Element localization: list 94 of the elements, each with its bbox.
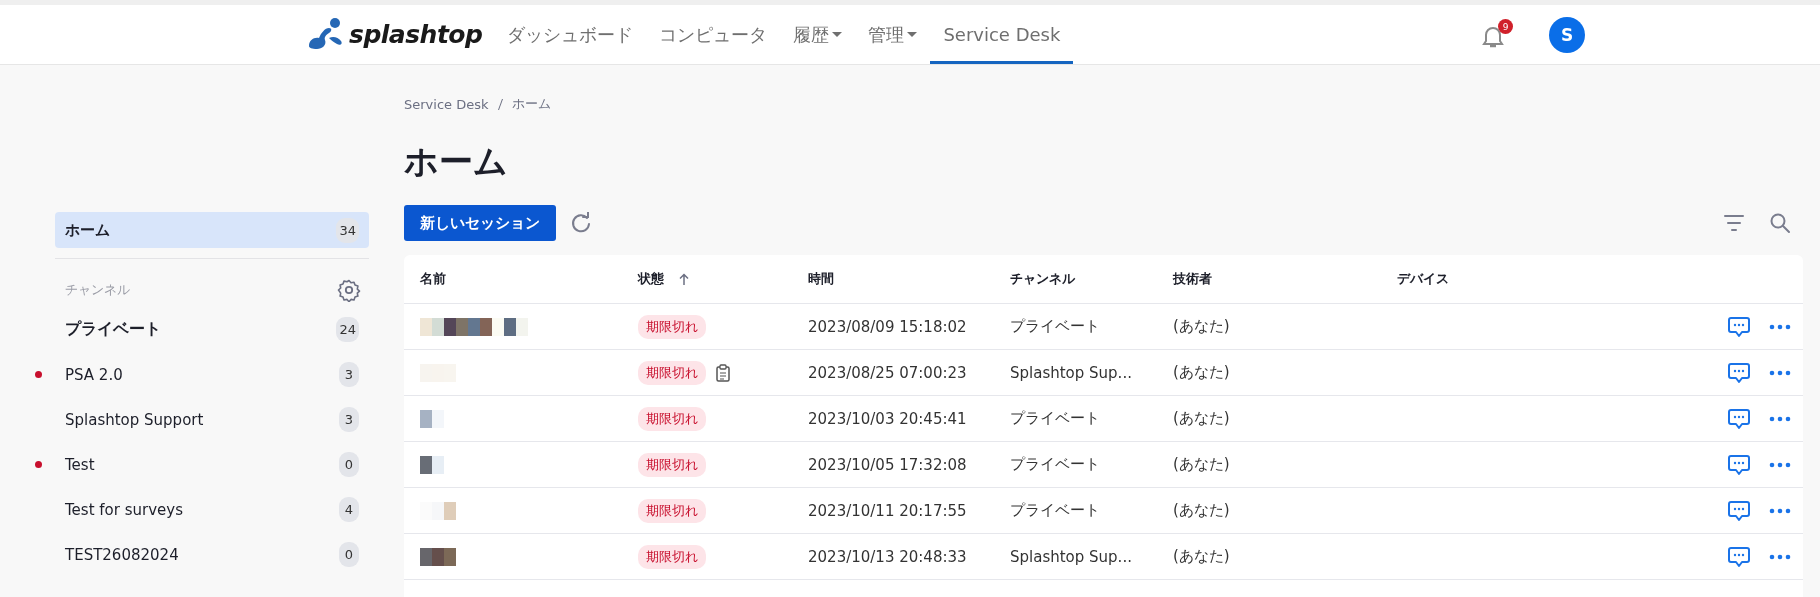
column-header[interactable]: 状態 <box>638 270 808 288</box>
bell-icon <box>1482 26 1504 50</box>
session-row[interactable]: 期限切れ 2023/08/25 07:00:23 Splashtop Sup... (あなた) <box>404 350 1803 396</box>
splashtop-logo[interactable]: splashtop <box>305 17 483 52</box>
user-avatar[interactable]: S <box>1549 16 1585 53</box>
channel-item[interactable]: Test for surveys 4 <box>55 487 369 532</box>
chat-icon[interactable] <box>1727 314 1751 339</box>
notification-count: 9 <box>1498 19 1513 34</box>
channel-item[interactable]: TEST26082024 0 <box>55 532 369 577</box>
count-badge: 34 <box>336 217 359 243</box>
table-cell-text: (あなた) <box>1173 363 1231 382</box>
breadcrumb-item[interactable]: Service Desk <box>404 96 489 112</box>
table-cell-text: プライベート <box>1010 317 1101 336</box>
nav-tab[interactable]: 管理 <box>855 5 931 64</box>
table-cell-text: 2023/08/25 07:00:23 <box>808 363 968 382</box>
column-header[interactable]: チャンネル <box>1010 270 1173 288</box>
table-cell-text: (あなた) <box>1173 547 1231 566</box>
more-options-icon[interactable] <box>1769 323 1791 330</box>
channel-name: Test for surveys <box>65 500 183 519</box>
table-cell-text: (あなた) <box>1173 501 1231 520</box>
table-cell-text: Splashtop Sup... <box>1010 547 1133 566</box>
more-options-icon[interactable] <box>1769 369 1791 376</box>
chat-icon[interactable] <box>1727 452 1751 477</box>
sort-arrow-icon <box>679 272 689 286</box>
notification-button[interactable]: 9 <box>1482 19 1513 50</box>
table-cell-text: (あなた) <box>1173 455 1231 474</box>
pixelated-name-drawing <box>420 455 444 474</box>
channel-name: PSA 2.0 <box>65 365 123 384</box>
page-title: ホーム <box>404 140 509 183</box>
chat-icon[interactable] <box>1727 360 1751 385</box>
nav-tab[interactable]: ダッシュボード <box>494 5 647 64</box>
table-cell-text: プライベート <box>1010 455 1101 474</box>
table-cell-text: プライベート <box>1010 409 1101 428</box>
session-row[interactable]: 期限切れ 2023/10/11 20:17:55 プライベート (あなた) <box>404 488 1803 534</box>
count-badge: 3 <box>339 362 359 387</box>
channel-name: TEST26082024 <box>65 545 179 564</box>
column-header[interactable]: 名前 <box>404 270 638 288</box>
status-badge: 期限切れ <box>638 544 706 569</box>
refresh-icon[interactable] <box>570 212 592 234</box>
filter-icon[interactable] <box>1723 213 1745 233</box>
table-cell-text: 2023/10/13 20:48:33 <box>808 547 968 566</box>
channel-item[interactable]: Splashtop Support 3 <box>55 397 369 442</box>
channel-name: Test <box>65 455 95 474</box>
channel-item[interactable]: Test 0 <box>55 442 369 487</box>
count-badge: 24 <box>336 317 359 342</box>
nav-tab[interactable]: Service Desk <box>930 5 1074 64</box>
status-badge: 期限切れ <box>638 360 706 385</box>
channel-item[interactable]: PSA 2.0 3 <box>55 352 369 397</box>
table-cell-text: 2023/10/05 17:32:08 <box>808 455 968 474</box>
table-cell-text: 2023/10/03 20:45:41 <box>808 409 968 428</box>
status-badge: 期限切れ <box>638 406 706 431</box>
column-header[interactable]: 技術者 <box>1173 270 1397 288</box>
sidebar-item[interactable]: ホーム 34 <box>55 212 369 248</box>
nav-tab[interactable]: 履歴 <box>780 5 856 64</box>
session-row[interactable]: 期限切れ 2023/08/09 15:18:02 プライベート (あなた) <box>404 304 1803 350</box>
table-cell-text: プライベート <box>1010 501 1101 520</box>
pixelated-name-drawing <box>420 501 456 520</box>
new-session-button[interactable]: 新しいセッション <box>404 205 556 241</box>
breadcrumb-item: ホーム <box>511 95 551 113</box>
channel-item[interactable]: プライベート 24 <box>55 307 369 352</box>
table-cell-text: Splashtop Sup... <box>1010 363 1133 382</box>
search-icon[interactable] <box>1769 212 1791 234</box>
settings-icon[interactable] <box>337 278 361 302</box>
more-options-icon[interactable] <box>1769 415 1791 422</box>
nav-tab[interactable]: コンピュータ <box>646 5 781 64</box>
count-badge: 3 <box>339 407 359 432</box>
channels-heading: チャンネル <box>65 281 130 299</box>
table-cell-text: (あなた) <box>1173 317 1231 336</box>
logo-wordmark: splashtop <box>349 20 483 49</box>
pixelated-name-drawing <box>420 547 456 566</box>
more-options-icon[interactable] <box>1769 553 1791 560</box>
table-cell-text: 2023/10/11 20:17:55 <box>808 501 968 520</box>
column-header[interactable]: 時間 <box>808 270 1010 288</box>
more-options-icon[interactable] <box>1769 507 1791 514</box>
chat-icon[interactable] <box>1727 544 1751 569</box>
status-badge: 期限切れ <box>638 498 706 523</box>
sidebar-item-label: ホーム <box>65 220 110 240</box>
table-cell-text: 2023/08/09 15:18:02 <box>808 317 968 336</box>
session-row[interactable]: 期限切れ 2023/10/05 17:32:08 プライベート (あなた) <box>404 442 1803 488</box>
chat-icon[interactable] <box>1727 498 1751 523</box>
chat-icon[interactable] <box>1727 406 1751 431</box>
channel-name: プライベート <box>65 319 161 340</box>
status-badge: 期限切れ <box>638 314 706 339</box>
more-options-icon[interactable] <box>1769 461 1791 468</box>
channel-name: Splashtop Support <box>65 410 204 429</box>
session-row[interactable]: 期限切れ 2023/10/03 20:45:41 プライベート (あなた) <box>404 396 1803 442</box>
table-cell-text: (あなた) <box>1173 409 1231 428</box>
status-badge: 期限切れ <box>638 452 706 477</box>
count-badge: 0 <box>339 542 359 567</box>
count-badge: 4 <box>339 497 359 522</box>
count-badge: 0 <box>339 452 359 477</box>
pixelated-name-drawing <box>420 409 444 428</box>
column-header[interactable]: デバイス <box>1397 270 1723 288</box>
session-row[interactable]: 期限切れ 2023/10/13 20:48:33 Splashtop Sup... (あなた) <box>404 534 1803 580</box>
